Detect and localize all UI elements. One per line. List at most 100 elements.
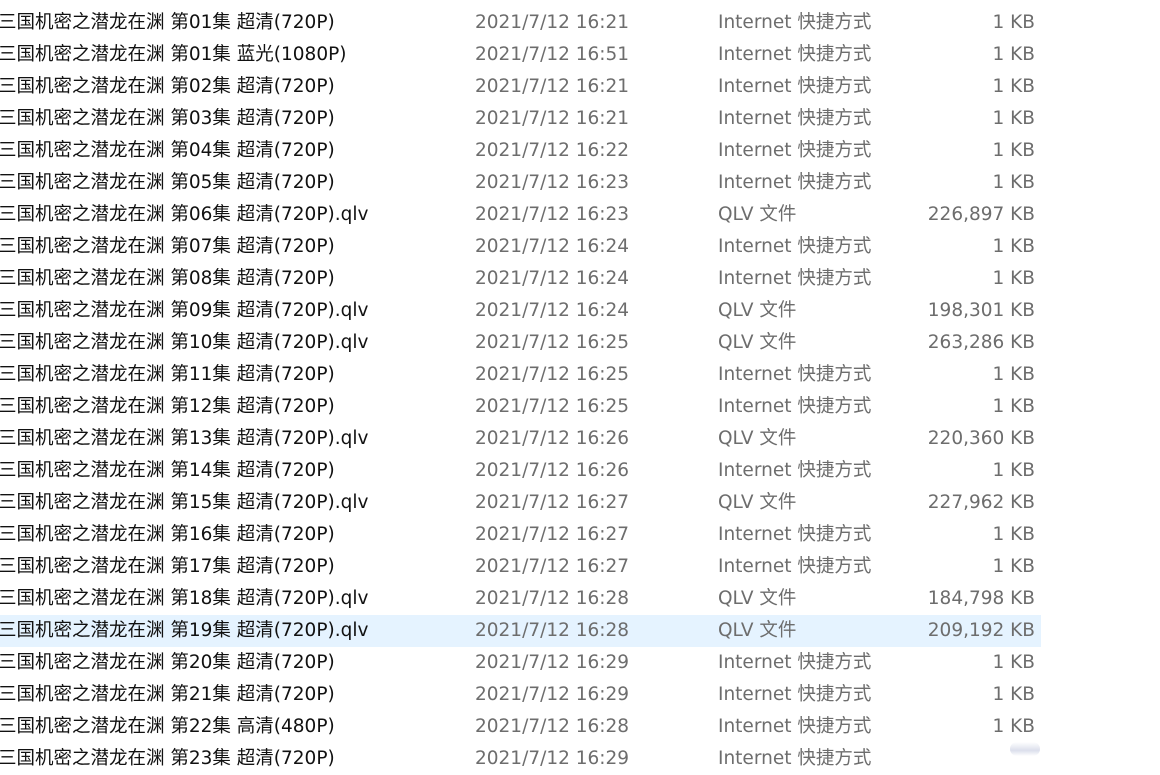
- file-size: 1 KB: [992, 108, 1035, 129]
- file-size: 220,360 KB: [927, 428, 1035, 449]
- file-type: Internet 快捷方式: [718, 268, 872, 289]
- file-row[interactable]: 三国机密之潜龙在渊 第05集 超清(720P) 2021/7/12 16:23 In…: [0, 167, 1041, 199]
- file-name: 三国机密之潜龙在渊 第17集 超清(720P): [0, 556, 335, 577]
- file-size: 1 KB: [992, 524, 1035, 545]
- file-date-modified: 2021/7/12 16:28: [475, 588, 630, 609]
- file-size: 198,301 KB: [927, 300, 1035, 321]
- file-type: Internet 快捷方式: [718, 556, 872, 577]
- file-date-modified: 2021/7/12 16:26: [475, 460, 630, 481]
- file-row[interactable]: 三国机密之潜龙在渊 第15集 超清(720P).qlv 2021/7/12 16:…: [0, 487, 1041, 519]
- file-row[interactable]: 三国机密之潜龙在渊 第09集 超清(720P).qlv 2021/7/12 16:…: [0, 295, 1041, 327]
- file-size: 1 KB: [992, 460, 1035, 481]
- file-row[interactable]: 三国机密之潜龙在渊 第02集 超清(720P) 2021/7/12 16:21 In…: [0, 71, 1041, 103]
- file-row[interactable]: 三国机密之潜龙在渊 第03集 超清(720P) 2021/7/12 16:21 In…: [0, 103, 1041, 135]
- file-type: QLV 文件: [718, 428, 797, 449]
- file-row[interactable]: 三国机密之潜龙在渊 第12集 超清(720P) 2021/7/12 16:25 In…: [0, 391, 1041, 423]
- file-size: 1 KB: [992, 396, 1035, 417]
- scroll-corner-shadow: [1010, 742, 1040, 756]
- file-type: Internet 快捷方式: [718, 236, 872, 257]
- file-type: QLV 文件: [718, 492, 797, 513]
- file-type: Internet 快捷方式: [718, 652, 872, 673]
- file-size: 1 KB: [992, 236, 1035, 257]
- file-name: 三国机密之潜龙在渊 第19集 超清(720P).qlv: [0, 620, 369, 641]
- file-name: 三国机密之潜龙在渊 第06集 超清(720P).qlv: [0, 204, 369, 225]
- file-type: Internet 快捷方式: [718, 172, 872, 193]
- file-row[interactable]: 三国机密之潜龙在渊 第06集 超清(720P).qlv 2021/7/12 16:…: [0, 199, 1041, 231]
- file-type: Internet 快捷方式: [718, 364, 872, 385]
- file-name: 三国机密之潜龙在渊 第14集 超清(720P): [0, 460, 335, 481]
- file-name: 三国机密之潜龙在渊 第11集 超清(720P): [0, 364, 335, 385]
- file-date-modified: 2021/7/12 16:22: [475, 140, 630, 161]
- file-date-modified: 2021/7/12 16:21: [475, 76, 630, 97]
- file-row[interactable]: 三国机密之潜龙在渊 第19集 超清(720P).qlv 2021/7/12 16:…: [0, 615, 1041, 647]
- file-name: 三国机密之潜龙在渊 第12集 超清(720P): [0, 396, 335, 417]
- file-size: 1 KB: [992, 556, 1035, 577]
- file-row[interactable]: 三国机密之潜龙在渊 第21集 超清(720P) 2021/7/12 16:29 In…: [0, 679, 1041, 711]
- file-size: 1 KB: [992, 12, 1035, 33]
- file-size: 184,798 KB: [927, 588, 1035, 609]
- file-name: 三国机密之潜龙在渊 第15集 超清(720P).qlv: [0, 492, 369, 513]
- file-type: QLV 文件: [718, 332, 797, 353]
- file-date-modified: 2021/7/12 16:23: [475, 172, 630, 193]
- file-size: 226,897 KB: [927, 204, 1035, 225]
- file-row[interactable]: 三国机密之潜龙在渊 第20集 超清(720P) 2021/7/12 16:29 In…: [0, 647, 1041, 679]
- file-size: 263,286 KB: [927, 332, 1035, 353]
- file-date-modified: 2021/7/12 16:25: [475, 332, 630, 353]
- file-date-modified: 2021/7/12 16:25: [475, 364, 630, 385]
- file-row[interactable]: 三国机密之潜龙在渊 第10集 超清(720P).qlv 2021/7/12 16:…: [0, 327, 1041, 359]
- file-type: Internet 快捷方式: [718, 460, 872, 481]
- file-name: 三国机密之潜龙在渊 第07集 超清(720P): [0, 236, 335, 257]
- file-row[interactable]: 三国机密之潜龙在渊 第04集 超清(720P) 2021/7/12 16:22 In…: [0, 135, 1041, 167]
- file-name: 三国机密之潜龙在渊 第08集 超清(720P): [0, 268, 335, 289]
- file-name: 三国机密之潜龙在渊 第13集 超清(720P).qlv: [0, 428, 369, 449]
- file-row[interactable]: 三国机密之潜龙在渊 第01集 超清(720P) 2021/7/12 16:21 In…: [0, 7, 1041, 39]
- file-row[interactable]: 三国机密之潜龙在渊 第07集 超清(720P) 2021/7/12 16:24 In…: [0, 231, 1041, 263]
- file-type: QLV 文件: [718, 620, 797, 641]
- file-type: QLV 文件: [718, 588, 797, 609]
- file-name: 三国机密之潜龙在渊 第16集 超清(720P): [0, 524, 335, 545]
- file-type: Internet 快捷方式: [718, 76, 872, 97]
- file-name: 三国机密之潜龙在渊 第01集 超清(720P): [0, 12, 335, 33]
- file-type: Internet 快捷方式: [718, 748, 872, 769]
- file-date-modified: 2021/7/12 16:24: [475, 300, 630, 321]
- file-row[interactable]: 三国机密之潜龙在渊 第18集 超清(720P).qlv 2021/7/12 16:…: [0, 583, 1041, 615]
- file-row[interactable]: 三国机密之潜龙在渊 第13集 超清(720P).qlv 2021/7/12 16:…: [0, 423, 1041, 455]
- file-size: 1 KB: [992, 364, 1035, 385]
- file-type: Internet 快捷方式: [718, 12, 872, 33]
- file-size: 227,962 KB: [927, 492, 1035, 513]
- file-row[interactable]: 三国机密之潜龙在渊 第17集 超清(720P) 2021/7/12 16:27 In…: [0, 551, 1041, 583]
- file-date-modified: 2021/7/12 16:21: [475, 12, 630, 33]
- file-date-modified: 2021/7/12 16:24: [475, 236, 630, 257]
- file-row[interactable]: 三国机密之潜龙在渊 第11集 超清(720P) 2021/7/12 16:25 In…: [0, 359, 1041, 391]
- file-date-modified: 2021/7/12 16:21: [475, 108, 630, 129]
- file-row[interactable]: 三国机密之潜龙在渊 第16集 超清(720P) 2021/7/12 16:27 In…: [0, 519, 1041, 551]
- file-date-modified: 2021/7/12 16:28: [475, 620, 630, 641]
- file-size: 1 KB: [992, 140, 1035, 161]
- file-type: Internet 快捷方式: [718, 716, 872, 737]
- file-type: Internet 快捷方式: [718, 140, 872, 161]
- file-name: 三国机密之潜龙在渊 第09集 超清(720P).qlv: [0, 300, 369, 321]
- file-row[interactable]: 三国机密之潜龙在渊 第23集 超清(720P) 2021/7/12 16:29 In…: [0, 743, 1041, 775]
- file-size: 1 KB: [992, 684, 1035, 705]
- file-size: 1 KB: [992, 44, 1035, 65]
- file-date-modified: 2021/7/12 16:29: [475, 684, 630, 705]
- file-type: Internet 快捷方式: [718, 524, 872, 545]
- file-date-modified: 2021/7/12 16:23: [475, 204, 630, 225]
- file-row[interactable]: 三国机密之潜龙在渊 第01集 蓝光(1080P) 2021/7/12 16:51 I…: [0, 39, 1041, 71]
- file-list: 三国机密之潜龙在渊 第01集 超清(720P) 2021/7/12 16:21 In…: [0, 7, 1160, 775]
- file-name: 三国机密之潜龙在渊 第20集 超清(720P): [0, 652, 335, 673]
- file-name: 三国机密之潜龙在渊 第22集 高清(480P): [0, 716, 335, 737]
- file-type: Internet 快捷方式: [718, 44, 872, 65]
- file-row[interactable]: 三国机密之潜龙在渊 第14集 超清(720P) 2021/7/12 16:26 In…: [0, 455, 1041, 487]
- file-name: 三国机密之潜龙在渊 第10集 超清(720P).qlv: [0, 332, 369, 353]
- file-date-modified: 2021/7/12 16:24: [475, 268, 630, 289]
- file-size: 1 KB: [992, 76, 1035, 97]
- file-row[interactable]: 三国机密之潜龙在渊 第08集 超清(720P) 2021/7/12 16:24 In…: [0, 263, 1041, 295]
- file-size: 1 KB: [992, 716, 1035, 737]
- file-size: 1 KB: [992, 652, 1035, 673]
- file-row[interactable]: 三国机密之潜龙在渊 第22集 高清(480P) 2021/7/12 16:28 In…: [0, 711, 1041, 743]
- file-type: QLV 文件: [718, 204, 797, 225]
- file-name: 三国机密之潜龙在渊 第01集 蓝光(1080P): [0, 44, 347, 65]
- file-size: 209,192 KB: [927, 620, 1035, 641]
- file-type: Internet 快捷方式: [718, 108, 872, 129]
